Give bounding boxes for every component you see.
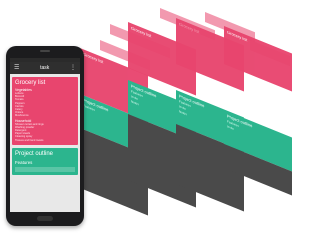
features-heading: Features [15,159,33,165]
phone-device: ☰ task ⋮ Grocery list Vegetables Lettuce… [6,46,84,226]
hamburger-icon[interactable]: ☰ [14,62,19,74]
grocery-list-card[interactable]: Grocery list Vegetables Lettuce Broccoli… [12,77,78,145]
project-outline-card[interactable]: Project outline Features [12,147,78,175]
promo-illustration: Grocery list Project outline Features Gr… [0,0,300,250]
grocery-list-title: Grocery list [15,80,46,86]
list-item: Mushrooms [15,114,29,118]
project-outline-title: Project outline [15,150,54,157]
placeholder-bar [15,166,75,172]
speaker-grille [40,50,50,52]
phone-screen: ☰ task ⋮ Grocery list Vegetables Lettuce… [10,58,80,212]
list-item: Tissues and hand towels [15,138,44,142]
app-title: task [40,65,50,71]
app-bar: ☰ task ⋮ [10,62,80,74]
home-button[interactable] [37,216,53,221]
overflow-icon[interactable]: ⋮ [70,62,76,74]
